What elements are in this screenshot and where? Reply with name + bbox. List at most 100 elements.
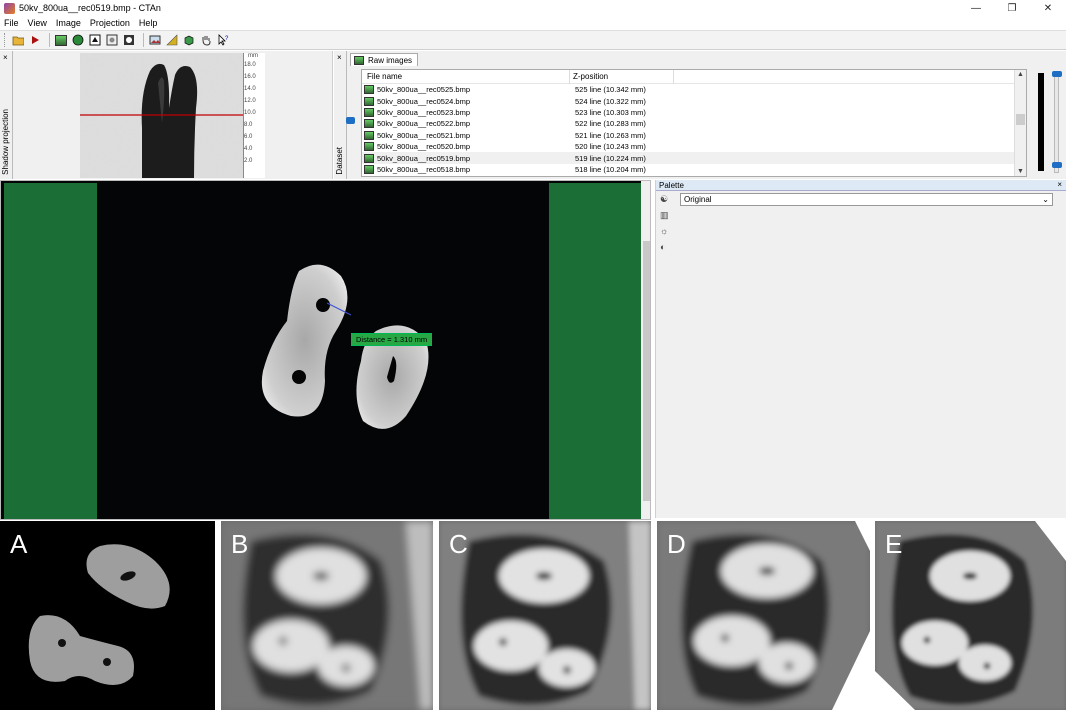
z-position-cell: 523 line (10.303 mm): [575, 107, 646, 117]
palette-selected-value: Original: [684, 194, 712, 204]
open-folder-icon[interactable]: [11, 33, 25, 47]
palette-close-button[interactable]: ×: [1057, 180, 1062, 189]
column-header-file-name[interactable]: File name: [362, 70, 570, 84]
z-position-cell: 520 line (10.243 mm): [575, 142, 646, 152]
scroll-up-arrow[interactable]: ▲: [1017, 71, 1024, 78]
file-name-cell: 50kv_800ua__rec0523.bmp: [377, 107, 470, 117]
palette-icon: ☯: [660, 193, 669, 204]
bmp-file-icon: [364, 96, 374, 106]
ruler-tick: 6.0: [244, 134, 253, 140]
main-image-view[interactable]: Distance = 1.310 mm: [0, 180, 651, 520]
brightness-icon[interactable]: ☼: [660, 226, 672, 236]
contrast-icon[interactable]: ▥: [660, 210, 672, 221]
ruler-unit-label: mm: [248, 53, 258, 59]
shadow-projection-label: Shadow projection: [1, 109, 10, 175]
ruler-tick: 12.0: [244, 98, 256, 104]
main-view-scroll-thumb[interactable]: [643, 241, 650, 501]
list-item[interactable]: 50kv_800ua__rec0523.bmp 523 line (10.303 …: [362, 107, 1026, 118]
menu-help[interactable]: Help: [139, 18, 158, 28]
list-item[interactable]: 50kv_800ua__rec0520.bmp 520 line (10.243 …: [362, 141, 1026, 152]
toolbar-separator: [49, 33, 50, 47]
menu-bar: File View Image Projection Help: [0, 16, 1066, 29]
panel-letter: B: [231, 529, 249, 559]
tab-raw-images[interactable]: Raw images: [350, 53, 419, 66]
panel-letter: C: [449, 529, 468, 559]
bmp-file-icon: [364, 119, 374, 129]
cross-section-image: [261, 264, 429, 429]
slider-top-handle[interactable]: [1052, 71, 1062, 77]
brightness-row: ☼: [656, 223, 1066, 239]
dataset-splitter-handle[interactable]: [346, 117, 355, 124]
3d-model-icon[interactable]: [182, 33, 196, 47]
menu-projection[interactable]: Projection: [90, 18, 130, 28]
ruler-tick: 4.0: [244, 146, 253, 152]
window-level-slider[interactable]: [1052, 71, 1062, 173]
list-item[interactable]: 50kv_800ua__rec0522.bmp 522 line (10.283 …: [362, 118, 1026, 129]
chevron-down-icon[interactable]: ⌄: [1042, 194, 1049, 205]
histogram-icon[interactable]: [165, 33, 179, 47]
panel-letter: E: [885, 529, 903, 559]
roi-icon[interactable]: [105, 33, 119, 47]
close-button[interactable]: ✕: [1030, 0, 1066, 16]
binary-icon[interactable]: [88, 33, 102, 47]
play-icon[interactable]: [28, 33, 42, 47]
toolbar: ?: [0, 30, 1066, 50]
shadow-projection-panel: × Shadow projection mm 18.0 16.0 14.0 12…: [0, 51, 333, 179]
preview-icon[interactable]: [71, 33, 85, 47]
menu-file[interactable]: File: [4, 18, 19, 28]
raw-images-tab-icon: [354, 55, 364, 65]
file-name-cell: 50kv_800ua__rec0524.bmp: [377, 96, 470, 106]
dataset-panel: × Dataset Raw images File name Z-positio…: [334, 51, 1066, 179]
z-position-cell: 519 line (10.224 mm): [575, 153, 646, 163]
toolbar-grip[interactable]: [4, 33, 7, 47]
file-list-scroll-thumb[interactable]: [1016, 114, 1025, 125]
bmp-file-icon: [364, 107, 374, 117]
image-icon[interactable]: [148, 33, 162, 47]
dataset-label: Dataset: [335, 147, 344, 175]
raw-images-icon[interactable]: [54, 33, 68, 47]
menu-image[interactable]: Image: [56, 18, 81, 28]
palette-header: Palette ×: [656, 180, 1066, 191]
minimize-button[interactable]: —: [958, 0, 994, 16]
column-header-z-position[interactable]: Z-position: [570, 70, 674, 84]
palette-select-row: ☯ Original ⌄: [656, 191, 1066, 207]
morphology-icon[interactable]: [122, 33, 136, 47]
distance-measurement-label[interactable]: Distance = 1.310 mm: [351, 333, 433, 346]
ruler-tick: 18.0: [244, 62, 256, 68]
file-list-header: File name Z-position: [362, 70, 1026, 84]
dataset-panel-close-button[interactable]: ×: [337, 53, 342, 62]
ruler-tick: 16.0: [244, 74, 256, 80]
shadow-projection-image[interactable]: [80, 53, 243, 178]
z-position-cell: 525 line (10.342 mm): [575, 85, 646, 95]
ctan-app-icon: [4, 2, 15, 14]
file-name-cell: 50kv_800ua__rec0521.bmp: [377, 130, 470, 140]
file-name-cell: 50kv_800ua__rec0522.bmp: [377, 119, 470, 129]
list-item[interactable]: 50kv_800ua__rec0521.bmp 521 line (10.263 …: [362, 130, 1026, 141]
file-list-scrollbar[interactable]: ▲ ▼: [1014, 70, 1026, 176]
list-item[interactable]: 50kv_800ua__rec0524.bmp 524 line (10.322 …: [362, 95, 1026, 106]
file-name-cell: 50kv_800ua__rec0519.bmp: [377, 153, 470, 163]
dataset-sidebar: × Dataset: [334, 51, 347, 179]
list-item[interactable]: 50kv_800ua__rec0519.bmp 519 line (10.224 …: [362, 152, 1026, 164]
shadow-panel-close-button[interactable]: ×: [3, 53, 8, 62]
shadow-ruler: mm 18.0 16.0 14.0 12.0 10.0 8.0 6.0 4.0 …: [243, 53, 265, 178]
file-list[interactable]: File name Z-position 50kv_800ua__rec0525…: [361, 69, 1027, 177]
palette-panel: Palette × ☯ Original ⌄ ▥ ☼ ◐: [655, 180, 1066, 518]
title-bar: 50kv_800ua__rec0519.bmp - CTAn — ❐ ✕: [0, 0, 1066, 16]
slider-bottom-handle[interactable]: [1052, 162, 1062, 168]
list-item[interactable]: 50kv_800ua__rec0525.bmp 525 line (10.342 …: [362, 84, 1026, 95]
file-name-cell: 50kv_800ua__rec0520.bmp: [377, 142, 470, 152]
list-item[interactable]: 50kv_800ua__rec0518.bmp 518 line (10.204 …: [362, 164, 1026, 175]
help-pointer-icon[interactable]: ?: [216, 33, 230, 47]
menu-view[interactable]: View: [28, 18, 47, 28]
bmp-file-icon: [364, 153, 374, 163]
window-controls: — ❐ ✕: [958, 0, 1066, 16]
restore-button[interactable]: ❐: [994, 0, 1030, 16]
pan-hand-icon[interactable]: [199, 33, 213, 47]
main-view-scrollbar[interactable]: [641, 181, 650, 519]
panel-d-image: [657, 521, 870, 710]
gamma-icon[interactable]: ◐: [660, 242, 672, 252]
palette-select[interactable]: Original ⌄: [680, 192, 1053, 206]
scroll-down-arrow[interactable]: ▼: [1017, 168, 1024, 175]
bmp-file-icon: [364, 142, 374, 152]
